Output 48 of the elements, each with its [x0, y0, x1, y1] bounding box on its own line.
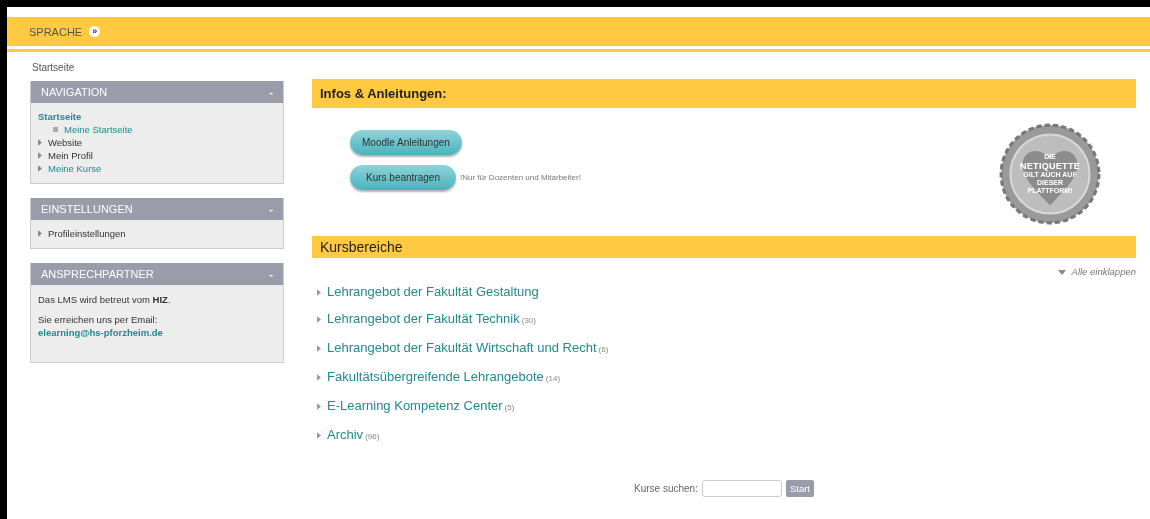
category-link[interactable]: E-Learning Kompetenz Center [327, 397, 503, 415]
expand-arrow-icon[interactable] [38, 230, 42, 237]
info-button[interactable]: Moodle Anleitungen [350, 130, 462, 155]
block-title: NAVIGATION [41, 86, 108, 98]
section-title: Infos & Anleitungen: [320, 86, 447, 101]
expand-arrow-icon[interactable] [317, 431, 321, 439]
expand-arrow-icon[interactable] [317, 344, 321, 352]
collapse-all-link[interactable]: Alle einklappen [1057, 266, 1136, 277]
expand-arrow-icon[interactable] [317, 288, 321, 296]
contact-text: Sie erreichen uns per Email: [38, 314, 159, 325]
search-label: Kurse suchen: [634, 483, 698, 494]
course-count: (30) [521, 315, 536, 327]
nav-item[interactable]: Meine Kurse [48, 162, 102, 175]
bullet-icon [53, 127, 58, 132]
collapse-button[interactable]: - [269, 268, 273, 280]
course-count: (6) [598, 344, 609, 356]
expand-arrow-icon[interactable] [317, 373, 321, 381]
course-count: (96) [365, 431, 380, 443]
collapse-button[interactable]: - [269, 203, 273, 215]
arrow-button[interactable]: » [89, 26, 101, 37]
nav-item[interactable]: Profileinstellungen [48, 227, 126, 240]
block-title: EINSTELLUNGEN [41, 203, 133, 215]
course-count: (14) [545, 373, 561, 385]
expand-arrow-icon[interactable] [317, 315, 321, 323]
info-button[interactable]: Kurs beantragen [350, 165, 456, 190]
nav-item[interactable]: Website [48, 136, 83, 149]
expand-arrow-icon[interactable] [317, 402, 321, 410]
search-field[interactable] [701, 480, 782, 497]
language-menu[interactable]: SPRACHE [29, 25, 83, 38]
category-link[interactable]: Archiv [327, 426, 364, 444]
caret-icon [1057, 270, 1066, 275]
category-link[interactable]: Fakultätsübergreifende Lehrangebote [327, 368, 544, 386]
category-link[interactable]: Lehrangebot der Fakultät Technik [327, 310, 520, 328]
badge-text: NETIQUETTE [1020, 161, 1080, 171]
section-title: Kursbereiche [320, 239, 403, 255]
collapse-button[interactable]: - [269, 86, 273, 98]
start-button[interactable]: Start [785, 480, 814, 497]
course-count: (5) [504, 402, 515, 414]
block-title: ANSPRECHPARTNER [41, 268, 154, 280]
nav-item[interactable]: Meine Startseite [64, 123, 133, 136]
contact-text: Das LMS wird betreut vom HIZ. [38, 294, 172, 305]
email-link[interactable]: elearning@hs-pforzheim.de [38, 327, 163, 338]
category-link[interactable]: Lehrangebot der Fakultät Wirtschaft und Recht [327, 339, 597, 357]
nav-item[interactable]: Startseite [38, 110, 82, 123]
category-link[interactable]: Lehrangebot der Fakultät Gestaltung [327, 283, 539, 301]
breadcrumb-link[interactable]: Startseite [32, 62, 75, 73]
note-text: !Nur für Dozenten und Mitarbeiter! [459, 173, 581, 182]
nav-item[interactable]: Mein Profil [48, 149, 93, 162]
